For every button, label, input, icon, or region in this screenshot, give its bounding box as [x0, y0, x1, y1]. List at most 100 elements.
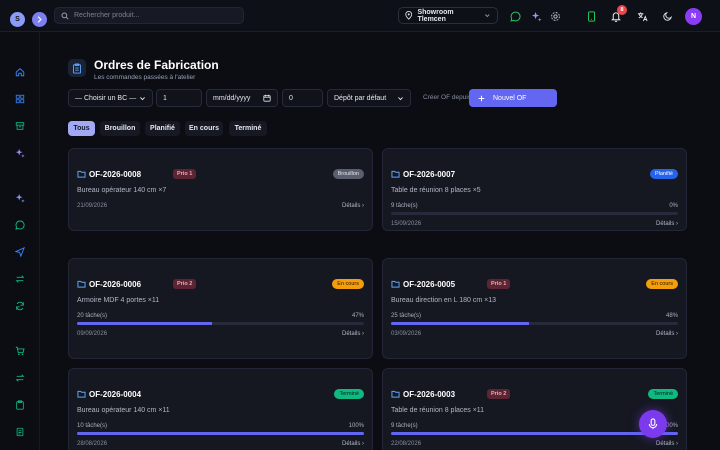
- sidebar-item-exchanges[interactable]: [14, 372, 26, 384]
- task-count: 9 tâche(s): [391, 203, 418, 209]
- details-link[interactable]: Détails ›: [342, 441, 364, 447]
- plus-icon: [478, 95, 485, 101]
- search-input[interactable]: Rechercher produit...: [54, 7, 244, 24]
- transfer-icon: [15, 275, 25, 283]
- user-avatar[interactable]: N: [685, 8, 702, 25]
- sidebar-item-sync[interactable]: [14, 300, 26, 312]
- status-badge: Terminé: [334, 389, 364, 399]
- progress-bar: [77, 322, 364, 325]
- tab-brouillon[interactable]: Brouillon: [100, 121, 140, 136]
- progress-percent: 47%: [351, 313, 364, 319]
- of-card[interactable]: OF-2026-0003 Prio 2 Terminé Table de réunio…: [382, 368, 687, 450]
- sidebar-item-messages[interactable]: [14, 219, 26, 231]
- showroom-name: Showroom Tlemcen: [417, 8, 454, 23]
- sidebar-item-dashboard[interactable]: [14, 93, 26, 105]
- details-link[interactable]: Détails ›: [656, 331, 678, 337]
- folder-icon: [77, 280, 86, 288]
- status-badge: Planifié: [649, 169, 678, 179]
- sidebar-item-orders[interactable]: [14, 399, 26, 411]
- folder-icon: [77, 170, 86, 178]
- sidebar-item-purchases[interactable]: [14, 345, 26, 357]
- quantity-input[interactable]: 1: [156, 89, 202, 107]
- settings-button[interactable]: [549, 10, 561, 22]
- new-of-label: Nouvel OF: [493, 94, 527, 102]
- gear-icon: [550, 11, 560, 21]
- sidebar-item-documents[interactable]: [14, 426, 26, 438]
- priority-badge: Prio 1: [173, 169, 197, 179]
- voice-assistant-button[interactable]: [639, 410, 667, 438]
- archive-icon: [15, 122, 25, 130]
- location-pin-icon: [405, 11, 413, 20]
- of-card[interactable]: OF-2026-0004 Terminé Bureau opérateur 140 …: [68, 368, 373, 450]
- chevron-down-icon: [398, 96, 403, 100]
- details-link[interactable]: Détails ›: [656, 441, 678, 447]
- send-icon: [15, 247, 25, 257]
- sidebar: [0, 32, 40, 450]
- expand-sidebar-button[interactable]: [32, 12, 47, 27]
- of-date: 03/09/2026: [391, 331, 422, 337]
- theme-toggle-button[interactable]: [662, 10, 674, 22]
- tab-en-cours[interactable]: En cours: [185, 121, 223, 136]
- details-link[interactable]: Détails ›: [342, 331, 364, 337]
- of-card[interactable]: OF-2026-0005 Prio 1 En cours Bureau directi…: [382, 258, 687, 359]
- new-of-button[interactable]: Nouvel OF: [469, 89, 557, 107]
- of-number: OF-2026-0003: [403, 390, 456, 399]
- depot-select[interactable]: Dépôt par défaut: [327, 89, 411, 107]
- progress-bar: [391, 212, 678, 215]
- sidebar-item-transfers[interactable]: [14, 273, 26, 285]
- refresh-icon: [16, 301, 24, 311]
- folder-icon: [391, 390, 400, 398]
- progress-percent: 0%: [669, 203, 678, 209]
- grid-icon: [15, 94, 25, 104]
- clipboard-icon: [73, 63, 81, 74]
- bc-select[interactable]: — Choisir un BC —: [68, 89, 153, 107]
- sidebar-item-home[interactable]: [14, 66, 26, 78]
- mobile-button[interactable]: [585, 10, 597, 22]
- showroom-select[interactable]: Showroom Tlemcen: [398, 7, 498, 24]
- sidebar-item-assistant[interactable]: [14, 192, 26, 204]
- calendar-icon[interactable]: [263, 94, 271, 102]
- folder-icon: [391, 170, 400, 178]
- task-count: 9 tâche(s): [391, 423, 418, 429]
- tab-tous[interactable]: Tous: [68, 121, 95, 136]
- of-card[interactable]: OF-2026-0007 Planifié Table de réunion 8 p…: [382, 148, 687, 231]
- progress-bar: [391, 322, 678, 325]
- sidebar-item-inventory[interactable]: [14, 120, 26, 132]
- document-icon: [16, 427, 24, 437]
- task-count: 25 tâche(s): [391, 313, 422, 319]
- translate-icon: [637, 11, 648, 21]
- product-line: Bureau opérateur 140 cm ×7: [77, 187, 167, 194]
- product-line: Table de réunion 8 places ×5: [391, 187, 481, 194]
- progress-fill: [77, 432, 364, 435]
- moon-icon: [663, 12, 672, 21]
- bc-select-value: — Choisir un BC —: [75, 94, 137, 102]
- progress-bar: [391, 432, 678, 435]
- details-link[interactable]: Détails ›: [656, 221, 678, 227]
- top-bar: S Rechercher produit... Showroom Tlemcen: [0, 0, 720, 32]
- sidebar-item-ai[interactable]: [14, 147, 26, 159]
- transfer-icon: [15, 374, 25, 382]
- translate-button[interactable]: [636, 10, 648, 22]
- of-number: OF-2026-0007: [403, 170, 456, 179]
- sidebar-item-send[interactable]: [14, 246, 26, 258]
- of-number: OF-2026-0004: [89, 390, 142, 399]
- brand-letter: S: [15, 16, 20, 23]
- of-date: 28/08/2026: [77, 441, 108, 447]
- tab-termine[interactable]: Terminé: [229, 121, 267, 136]
- task-count: 10 tâche(s): [77, 423, 108, 429]
- date-input[interactable]: mm/dd/yyyy: [206, 89, 278, 107]
- ai-sparkle-button[interactable]: [530, 10, 542, 22]
- brand-logo[interactable]: S: [10, 12, 25, 27]
- second-quantity-input[interactable]: 0: [282, 89, 323, 107]
- of-card[interactable]: OF-2026-0008 Prio 1 Brouillon Bureau opérat…: [68, 148, 373, 231]
- search-placeholder: Rechercher produit...: [74, 12, 140, 19]
- home-icon: [15, 68, 25, 77]
- page-title-icon-box: [68, 59, 86, 77]
- chat-icon: [509, 11, 520, 22]
- tab-planifie[interactable]: Planifié: [145, 121, 180, 136]
- search-icon: [61, 11, 69, 20]
- of-card[interactable]: OF-2026-0006 Prio 2 En cours Armoire MDF 4 …: [68, 258, 373, 359]
- chat-button[interactable]: [509, 10, 521, 22]
- details-link[interactable]: Détails ›: [342, 203, 364, 209]
- chat-icon: [15, 220, 25, 230]
